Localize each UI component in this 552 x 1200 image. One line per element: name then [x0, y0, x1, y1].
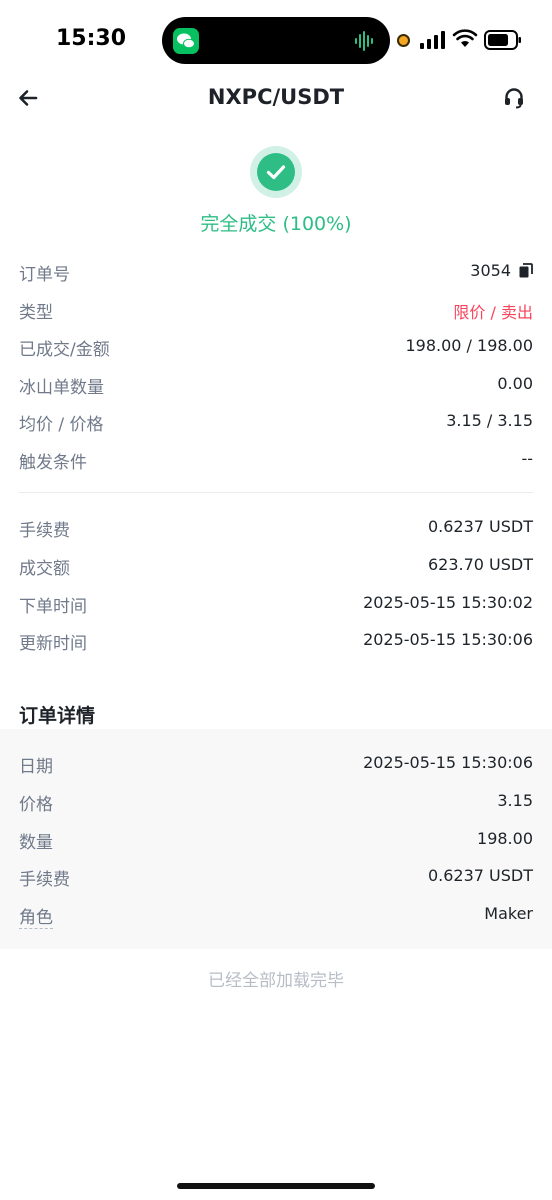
row-value: 3054 [470, 261, 511, 280]
audio-wave-icon [355, 31, 373, 51]
recording-indicator-icon [397, 34, 410, 47]
trigger-condition-row: 触发条件 -- [19, 444, 533, 474]
row-value: 198.00 / 198.00 [405, 336, 533, 355]
order-id-row: 订单号 3054 [19, 256, 533, 286]
row-label: 成交额 [19, 559, 70, 579]
copy-icon[interactable] [519, 263, 533, 278]
all-loaded-text: 已经全部加载完毕 [208, 971, 344, 991]
row-value: 623.70 USDT [427, 555, 533, 574]
status-bar: 15:30 [0, 0, 552, 80]
turnover-row: 成交额 623.70 USDT [19, 550, 533, 580]
row-label: 手续费 [19, 870, 70, 890]
page-title: NXPC/USDT [207, 85, 345, 109]
update-time-row: 更新时间 2025-05-15 15:30:06 [19, 625, 533, 655]
divider [19, 492, 533, 493]
order-status-text: 完全成交 (100%) [200, 213, 352, 235]
fee-row: 手续费 0.6237 USDT [19, 512, 533, 542]
row-label: 均价 / 价格 [19, 415, 104, 435]
detail-fee-row: 手续费 0.6237 USDT [19, 861, 533, 891]
row-label: 日期 [19, 757, 53, 777]
row-label: 类型 [19, 303, 53, 323]
order-details-title: 订单详情 [19, 705, 96, 727]
success-check-icon [250, 146, 302, 198]
wechat-icon [173, 28, 199, 54]
detail-price-row: 价格 3.15 [19, 786, 533, 816]
row-value: 0.6237 USDT [427, 517, 533, 536]
dynamic-island [162, 17, 390, 64]
row-value: Maker [484, 904, 533, 923]
order-type-row: 类型 限价 / 卖出 [19, 294, 533, 324]
filled-amount-row: 已成交/金额 198.00 / 198.00 [19, 331, 533, 361]
order-time-row: 下单时间 2025-05-15 15:30:02 [19, 588, 533, 618]
row-value: 3.15 / 3.15 [446, 411, 533, 430]
order-id-value: 3054 [470, 261, 533, 280]
row-value: 限价 / 卖出 [453, 303, 533, 322]
cellular-signal-icon [420, 31, 445, 49]
status-time: 15:30 [56, 26, 127, 51]
nav-header: NXPC/USDT [0, 78, 552, 120]
avg-price-row: 均价 / 价格 3.15 / 3.15 [19, 406, 533, 436]
row-value: 3.15 [497, 791, 533, 810]
row-value: 198.00 [477, 829, 533, 848]
battery-icon [484, 30, 521, 50]
home-indicator[interactable] [177, 1183, 375, 1189]
row-label: 触发条件 [19, 453, 87, 473]
wifi-icon [452, 29, 478, 47]
row-label: 订单号 [19, 265, 70, 285]
row-value: 2025-05-15 15:30:06 [363, 630, 533, 649]
row-label: 下单时间 [19, 597, 87, 617]
row-label: 更新时间 [19, 634, 87, 654]
row-label: 手续费 [19, 521, 70, 541]
row-value: 2025-05-15 15:30:02 [363, 593, 533, 612]
iceberg-qty-row: 冰山单数量 0.00 [19, 369, 533, 399]
row-label: 冰山单数量 [19, 378, 104, 398]
row-label: 数量 [19, 833, 53, 853]
role-label-tooltip[interactable]: 角色 [19, 903, 53, 929]
detail-role-row: 角色 Maker [19, 899, 533, 929]
row-label: 已成交/金额 [19, 340, 110, 360]
row-value: -- [521, 449, 533, 468]
row-value: 0.00 [497, 374, 533, 393]
row-value: 0.6237 USDT [427, 866, 533, 885]
detail-quantity-row: 数量 198.00 [19, 824, 533, 854]
row-value: 2025-05-15 15:30:06 [363, 753, 533, 772]
row-label: 价格 [19, 795, 53, 815]
detail-date-row: 日期 2025-05-15 15:30:06 [19, 748, 533, 778]
customer-service-headset-icon[interactable] [502, 86, 526, 110]
